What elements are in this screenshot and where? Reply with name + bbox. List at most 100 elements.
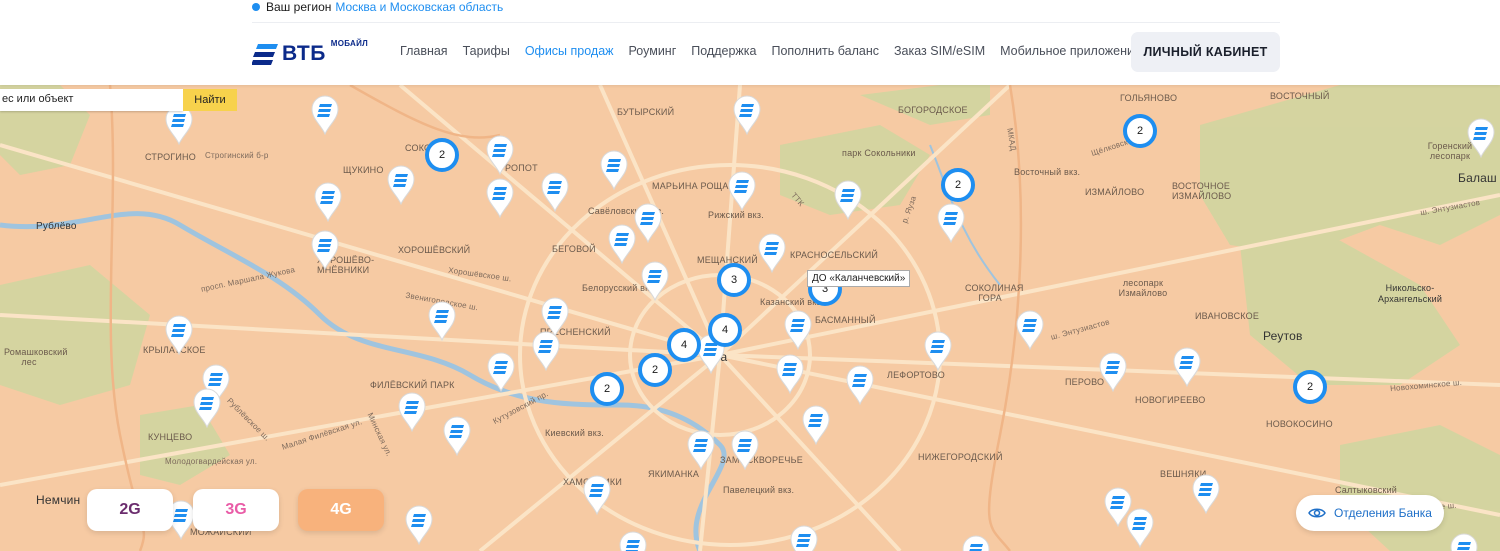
city-label: Реутов (1263, 329, 1303, 343)
office-pin[interactable] (405, 505, 433, 545)
bank-branches-button[interactable]: Отделения Банка (1296, 495, 1444, 531)
region-link[interactable]: Москва и Московская область (335, 0, 503, 14)
map-search-input[interactable]: ес или объект (0, 89, 183, 111)
office-pin[interactable] (486, 135, 514, 175)
town-label: Рублёво (36, 221, 77, 232)
office-pin[interactable] (1016, 310, 1044, 350)
office-cluster[interactable]: 4 (667, 328, 701, 362)
park-label: парк Сокольники (842, 148, 916, 158)
personal-account-button[interactable]: ЛИЧНЫЙ КАБИНЕТ (1131, 32, 1280, 72)
office-pin-icon (1467, 118, 1495, 158)
office-pin[interactable] (1104, 487, 1132, 527)
district-label: БЕГОВОЙ (552, 244, 596, 254)
office-pin[interactable] (487, 352, 515, 392)
office-pin[interactable] (733, 95, 761, 135)
offices-map[interactable]: ГОЛЬЯНОВО ВОСТОЧНЫЙ БОГОРОДСКОЕ БУТЫРСКИ… (0, 85, 1500, 551)
nav-item-support[interactable]: Поддержка (691, 44, 756, 58)
office-pin[interactable] (1099, 352, 1127, 392)
office-pin[interactable] (193, 388, 221, 428)
office-cluster[interactable]: 2 (590, 372, 624, 406)
office-pin[interactable] (165, 105, 193, 145)
office-pin-icon (1173, 347, 1201, 387)
district-label: ЩУКИНО (343, 165, 384, 175)
office-pin[interactable] (387, 165, 415, 205)
office-pin[interactable] (776, 354, 804, 394)
office-pin-icon (600, 150, 628, 190)
office-pin-icon (314, 182, 342, 222)
office-pin[interactable] (532, 331, 560, 371)
office-pin[interactable] (846, 365, 874, 405)
office-pin[interactable] (486, 178, 514, 218)
office-pin[interactable] (583, 475, 611, 515)
network-2g-button[interactable]: 2G (87, 489, 173, 531)
office-pin-icon (608, 224, 636, 264)
site-header: Ваш регион Москва и Московская область В… (0, 0, 1500, 85)
office-pin[interactable] (1192, 474, 1220, 514)
office-pin[interactable] (784, 310, 812, 350)
district-label: ВОСТОЧНЫЙ (1270, 91, 1330, 101)
office-pin-icon (541, 172, 569, 212)
office-pin[interactable] (443, 416, 471, 456)
network-3g-button[interactable]: 3G (193, 489, 279, 531)
office-pin[interactable] (731, 430, 759, 470)
office-pin[interactable] (962, 535, 990, 551)
office-pin-icon (846, 365, 874, 405)
vtb-logo[interactable]: ВТБ МОБАЙЛ (252, 35, 380, 65)
office-cluster[interactable]: 2 (425, 138, 459, 172)
office-pin[interactable] (924, 331, 952, 371)
district-label: ФИЛЁВСКИЙ ПАРК (370, 380, 455, 390)
office-pin[interactable] (790, 525, 818, 551)
nav-item-home[interactable]: Главная (400, 44, 448, 58)
office-pin-icon (583, 475, 611, 515)
office-cluster[interactable]: 4 (708, 313, 742, 347)
district-label: КРАСНОСЕЛЬСКИЙ (790, 250, 879, 260)
district-label: ХОРОШЁВСКИЙ (398, 245, 471, 255)
district-label: ИЗМАЙЛОВО (1085, 187, 1145, 197)
district-label: ЯКИМАНКА (648, 469, 700, 479)
office-pin-icon (802, 405, 830, 445)
office-pin[interactable] (802, 405, 830, 445)
office-pin[interactable] (641, 261, 669, 301)
office-pin-icon (619, 531, 647, 551)
district-label: НОВОКОСИНО (1266, 419, 1333, 429)
office-pin[interactable] (1450, 533, 1478, 551)
office-pin[interactable] (314, 182, 342, 222)
office-pin[interactable] (311, 95, 339, 135)
nav-item-roaming[interactable]: Роуминг (629, 44, 677, 58)
office-cluster[interactable]: 2 (638, 353, 672, 387)
office-pin-icon (834, 180, 862, 220)
office-pin[interactable] (1467, 118, 1495, 158)
office-pin[interactable] (619, 531, 647, 551)
office-cluster[interactable]: 2 (1123, 114, 1157, 148)
park-label: лесопарк Измайлово (1118, 278, 1168, 298)
nav-item-mobile-app[interactable]: Мобильное приложение (1000, 44, 1141, 58)
office-cluster[interactable]: 3 (717, 263, 751, 297)
office-pin[interactable] (600, 150, 628, 190)
nav-item-offices[interactable]: Офисы продаж (525, 44, 614, 58)
office-pin[interactable] (634, 203, 662, 243)
office-pin[interactable] (428, 301, 456, 341)
office-pin[interactable] (165, 315, 193, 355)
nav-item-topup[interactable]: Пополнить баланс (771, 44, 879, 58)
network-4g-button[interactable]: 4G (298, 489, 384, 531)
office-pin[interactable] (728, 171, 756, 211)
office-pin[interactable] (311, 230, 339, 270)
office-pin[interactable] (1173, 347, 1201, 387)
office-cluster[interactable]: 2 (941, 168, 975, 202)
office-pin[interactable] (834, 180, 862, 220)
park-label: Ромашковский лес (4, 347, 68, 367)
office-pin[interactable] (937, 203, 965, 243)
office-pin-icon (641, 261, 669, 301)
office-pin[interactable] (398, 392, 426, 432)
nav-item-tariffs[interactable]: Тарифы (463, 44, 510, 58)
nav-item-sim-order[interactable]: Заказ SIM/eSIM (894, 44, 985, 58)
office-pin-icon (532, 331, 560, 371)
office-pin[interactable] (687, 430, 715, 470)
office-pin[interactable] (608, 224, 636, 264)
office-cluster[interactable]: 2 (1293, 370, 1327, 404)
city-label: Балаш (1458, 171, 1497, 185)
map-search-button[interactable]: Найти (183, 89, 237, 111)
office-pin-icon (758, 233, 786, 273)
office-pin[interactable] (758, 233, 786, 273)
office-pin[interactable] (541, 172, 569, 212)
